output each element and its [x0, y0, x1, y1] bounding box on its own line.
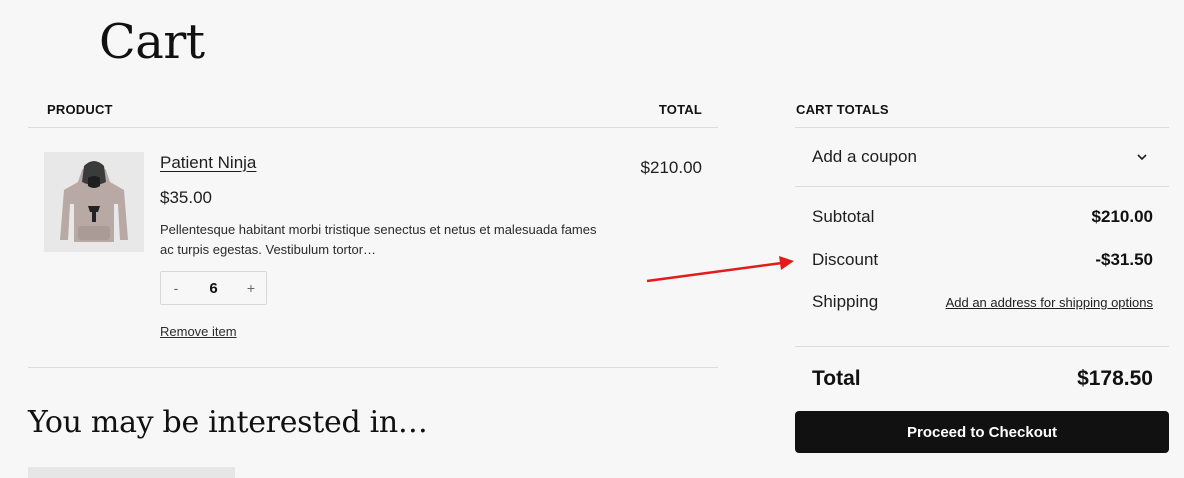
product-description: Pellentesque habitant morbi tristique se… [160, 222, 597, 257]
remove-item-link[interactable]: Remove item [160, 324, 237, 339]
cart-page: Cart PRODUCT TOTAL Patient Ninja $35.00 … [0, 0, 1184, 478]
total-column-header: TOTAL [658, 102, 702, 117]
subtotal-label: Subtotal [812, 207, 875, 226]
totals-divider [795, 346, 1169, 347]
shipping-address-link[interactable]: Add an address for shipping options [946, 295, 1153, 310]
discount-value: -$31.50 [1095, 250, 1153, 269]
coupon-toggle[interactable]: Add a coupon [795, 128, 1169, 186]
shipping-label: Shipping [812, 292, 879, 311]
hoodie-image-icon [44, 152, 144, 252]
total-label: Total [812, 367, 861, 390]
decrement-button[interactable]: - [161, 280, 191, 296]
product-name-link[interactable]: Patient Ninja [160, 153, 256, 173]
chevron-down-icon [1137, 154, 1147, 161]
quantity-value[interactable]: 6 [209, 280, 217, 297]
product-thumbnail[interactable] [44, 152, 144, 252]
interested-heading: You may be interested in… [28, 405, 428, 440]
cart-totals-header: CART TOTALS [796, 102, 889, 117]
coupon-divider [795, 186, 1169, 187]
line-total: $210.00 [640, 158, 702, 177]
product-column-header: PRODUCT [47, 102, 113, 117]
page-title: Cart [99, 14, 205, 70]
table-header-divider [28, 127, 718, 128]
coupon-label: Add a coupon [812, 147, 917, 166]
increment-button[interactable]: + [236, 280, 266, 296]
table-bottom-divider [28, 367, 718, 368]
recommended-product-thumbnail[interactable] [28, 467, 235, 478]
subtotal-value: $210.00 [1091, 207, 1153, 226]
proceed-to-checkout-button[interactable]: Proceed to Checkout [795, 411, 1169, 453]
product-price: $35.00 [160, 188, 212, 207]
total-value: $178.50 [1077, 367, 1153, 390]
discount-label: Discount [812, 250, 879, 269]
quantity-stepper: - 6 + [160, 271, 267, 305]
